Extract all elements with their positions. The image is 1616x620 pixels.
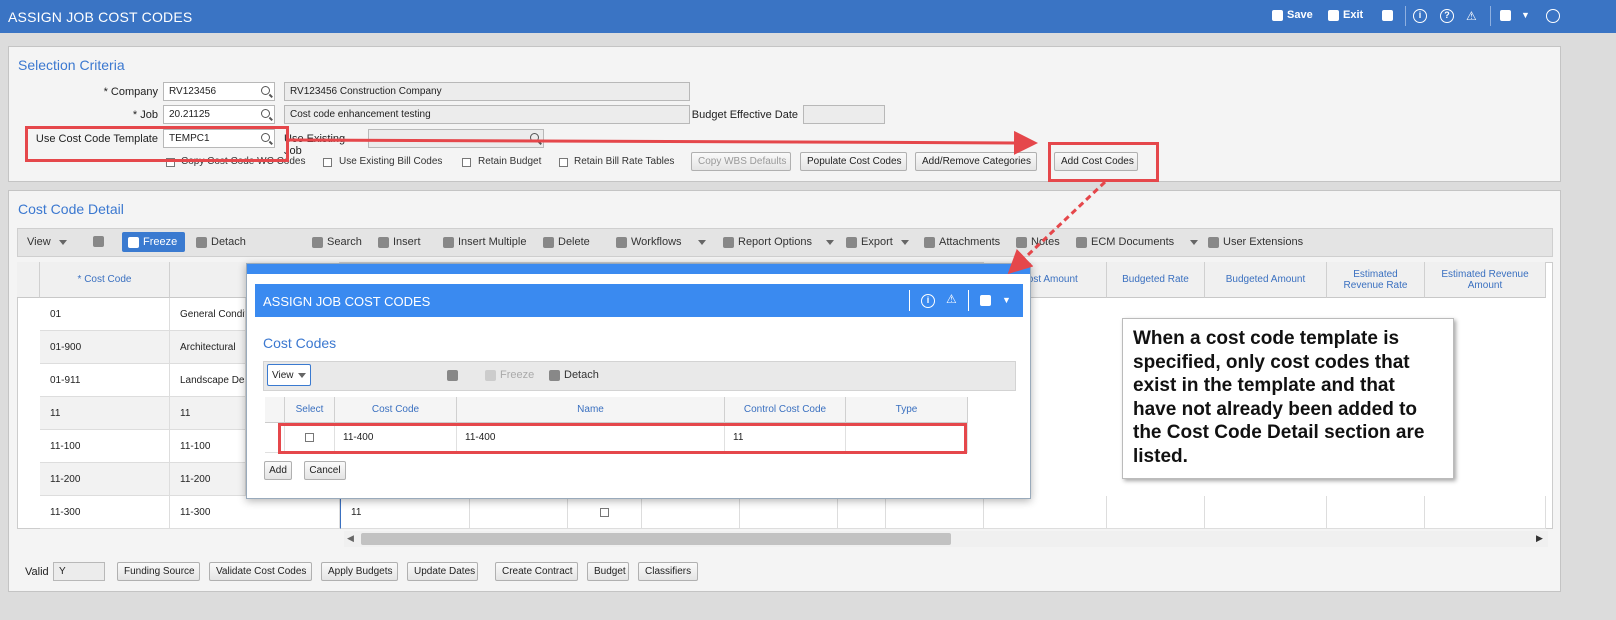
annotation-callout: When a cost code template is specified, … <box>1122 318 1454 479</box>
annotation-arrows <box>288 130 1107 275</box>
